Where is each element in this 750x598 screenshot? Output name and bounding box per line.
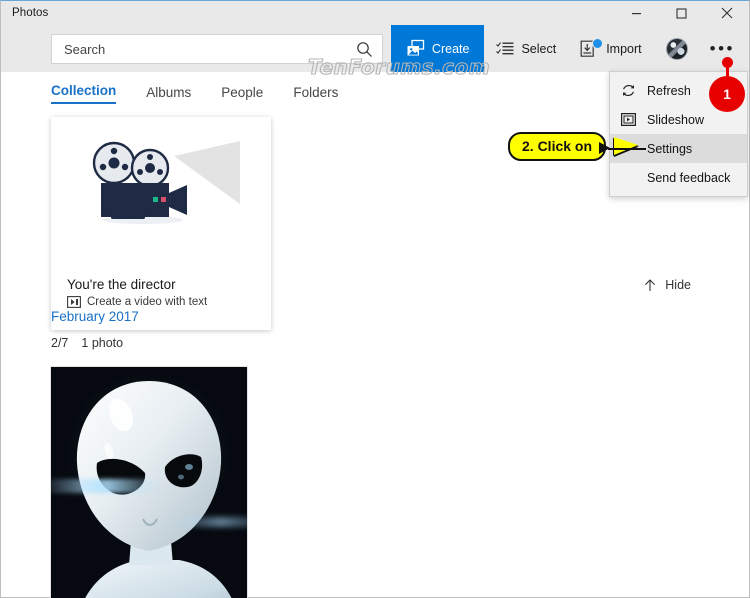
- minimize-button[interactable]: [614, 1, 659, 25]
- create-label: Create: [431, 41, 470, 56]
- window-controls: [614, 1, 749, 25]
- maximize-icon: [676, 7, 687, 19]
- date-group-heading[interactable]: February 2017: [51, 309, 139, 324]
- annotation-step-2-callout: 2. Click on: [508, 132, 638, 161]
- menu-item-settings-label: Settings: [647, 141, 693, 156]
- hide-label: Hide: [665, 278, 691, 292]
- refresh-icon: [620, 83, 637, 98]
- director-card-subtitle-row: Create a video with text: [67, 296, 271, 308]
- date-group-meta: 2/7 1 photo: [51, 336, 123, 350]
- slideshow-icon: [620, 113, 637, 126]
- director-card-art: [51, 117, 271, 265]
- photos-app-window: Photos Search Create Select Import ••• C…: [0, 0, 750, 598]
- tab-folders[interactable]: Folders: [293, 85, 338, 104]
- search-box[interactable]: [51, 34, 383, 64]
- create-icon: [407, 39, 425, 56]
- toolbar-actions: Create Select Import •••: [390, 25, 749, 72]
- director-card[interactable]: You're the director Create a video with …: [51, 117, 271, 330]
- date-group-count: 1 photo: [81, 336, 124, 350]
- tab-people[interactable]: People: [221, 85, 263, 104]
- select-button[interactable]: Select: [484, 25, 568, 72]
- select-label: Select: [521, 41, 557, 56]
- minimize-icon: [632, 12, 641, 14]
- select-icon: [496, 41, 514, 54]
- photo-light-streak-2: [171, 517, 247, 527]
- tab-collection[interactable]: Collection: [51, 83, 117, 104]
- nav-tabs: Collection Albums People Folders: [51, 83, 338, 104]
- tab-albums[interactable]: Albums: [146, 85, 191, 104]
- menu-item-send-feedback-label: Send feedback: [647, 170, 731, 185]
- toolbar: Create Select: [1, 25, 749, 72]
- callout-arrow-line: [608, 148, 646, 150]
- chevron-up-icon: [645, 278, 656, 291]
- maximize-button[interactable]: [659, 1, 704, 25]
- date-group-date: 2/7: [51, 336, 69, 350]
- pin-number: 1: [709, 76, 745, 112]
- photo-thumbnail[interactable]: [51, 367, 247, 598]
- close-icon: [721, 7, 732, 19]
- callout-text: 2. Click on: [508, 132, 607, 161]
- menu-item-send-feedback[interactable]: Send feedback: [610, 163, 747, 192]
- movie-projector-icon: [92, 141, 187, 224]
- import-label: Import: [606, 41, 642, 56]
- close-button[interactable]: [704, 1, 749, 25]
- menu-item-slideshow-label: Slideshow: [647, 112, 704, 127]
- video-text-icon: [67, 296, 81, 308]
- search-input[interactable]: [64, 41, 344, 57]
- callout-tail: [614, 137, 638, 155]
- menu-item-refresh-label: Refresh: [647, 83, 691, 98]
- app-title: Photos: [12, 7, 49, 19]
- create-button[interactable]: Create: [390, 25, 485, 72]
- director-card-subtitle: Create a video with text: [87, 296, 208, 308]
- avatar: [665, 37, 688, 60]
- callout-arrow-head: [599, 142, 610, 154]
- director-card-title: You're the director: [67, 277, 176, 292]
- photo-light-streak: [51, 479, 161, 493]
- account-button[interactable]: [654, 25, 700, 72]
- import-notification-badge: [592, 38, 604, 49]
- import-button[interactable]: Import: [568, 25, 653, 72]
- more-dots-icon: •••: [709, 39, 735, 58]
- search-icon[interactable]: [356, 41, 373, 63]
- hide-button[interactable]: Hide: [644, 278, 691, 292]
- title-bar: Photos: [1, 1, 749, 25]
